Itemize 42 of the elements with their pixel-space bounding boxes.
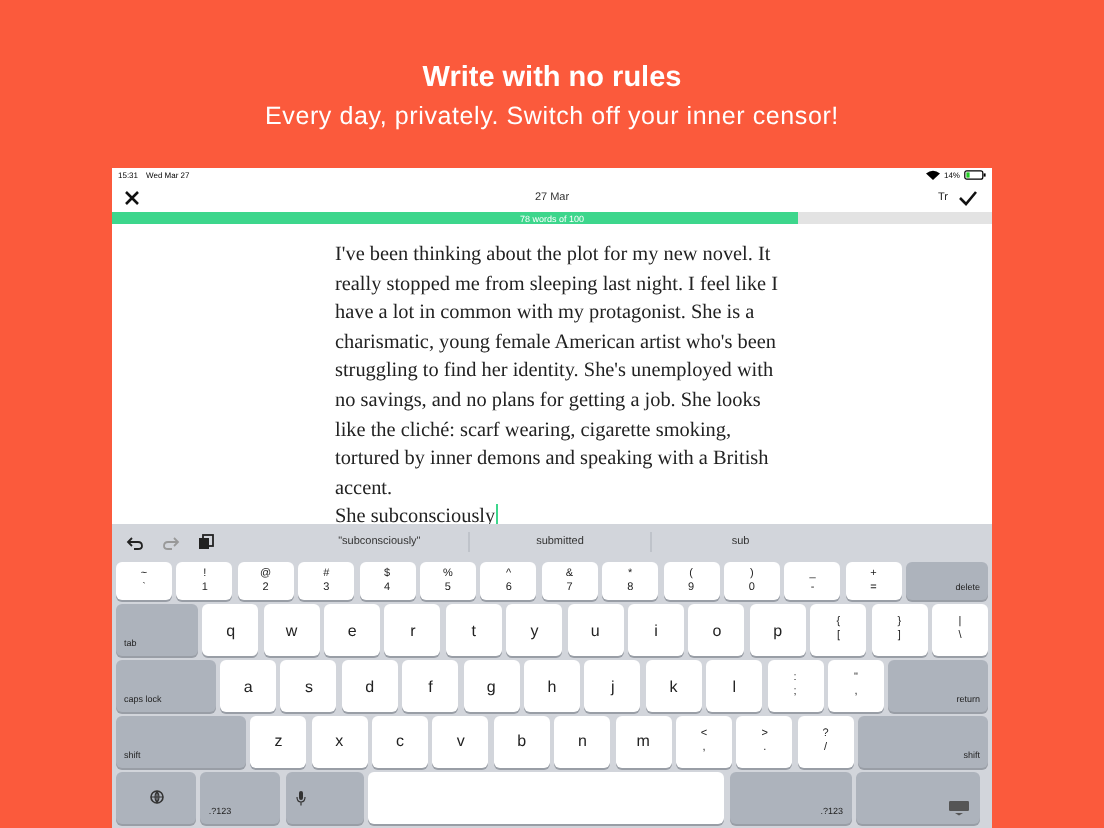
key[interactable]: g (463, 660, 520, 712)
key[interactable]: w (263, 604, 320, 656)
undo-icon[interactable] (126, 535, 144, 549)
editor-paragraph: I've been thinking about the plot for my new novel. It really stopped me from sleeping last night. I feel like I have a lot in common with my protagonist. She is a charismatic, young female American artist who's been struggling to find her identity. She's unemployed with no savings, and no plans for getting a job. She looks like the cliché: scarf wearing, cigarette smoking, tortured by inner demons and speaking with a British accent. (335, 242, 781, 504)
globe-key[interactable] (116, 772, 196, 824)
key[interactable]: q (202, 604, 259, 656)
key[interactable]: d (341, 660, 398, 712)
key[interactable]: s (280, 660, 337, 712)
key[interactable]: y (506, 604, 563, 656)
globe-icon (149, 790, 163, 805)
key[interactable]: t (445, 604, 502, 656)
key[interactable]: c (372, 716, 429, 768)
key[interactable]: j (584, 660, 641, 712)
close-icon[interactable] (124, 189, 140, 205)
key[interactable]: z (250, 716, 307, 768)
key[interactable]: o (688, 604, 745, 656)
key[interactable]: x (311, 716, 368, 768)
keyboard-icon (947, 799, 970, 816)
paste-icon[interactable] (198, 534, 214, 550)
battery-icon (964, 170, 986, 180)
key[interactable]: v (432, 716, 489, 768)
text-cursor (495, 504, 498, 527)
key[interactable]: r (384, 604, 441, 656)
wifi-icon (925, 170, 940, 180)
key[interactable]: a (220, 660, 277, 712)
microphone-icon (295, 789, 306, 806)
key[interactable]: l (706, 660, 763, 712)
subtitle: Every day, privately. Switch off your inner censor! (265, 102, 839, 130)
key[interactable]: b (493, 716, 550, 768)
key[interactable]: h (524, 660, 580, 712)
key[interactable]: e (324, 604, 381, 656)
key[interactable]: p (749, 604, 806, 656)
key[interactable]: m (615, 716, 672, 768)
key[interactable]: n (554, 716, 611, 768)
key[interactable]: i (628, 604, 685, 656)
headline: Write with no rules (422, 60, 682, 96)
key[interactable]: u (567, 604, 624, 656)
key[interactable]: k (645, 660, 702, 712)
redo-icon[interactable] (162, 535, 180, 549)
checkmark-icon[interactable] (958, 189, 978, 205)
key[interactable]: f (402, 660, 459, 712)
hide-keyboard-key[interactable] (855, 772, 980, 824)
